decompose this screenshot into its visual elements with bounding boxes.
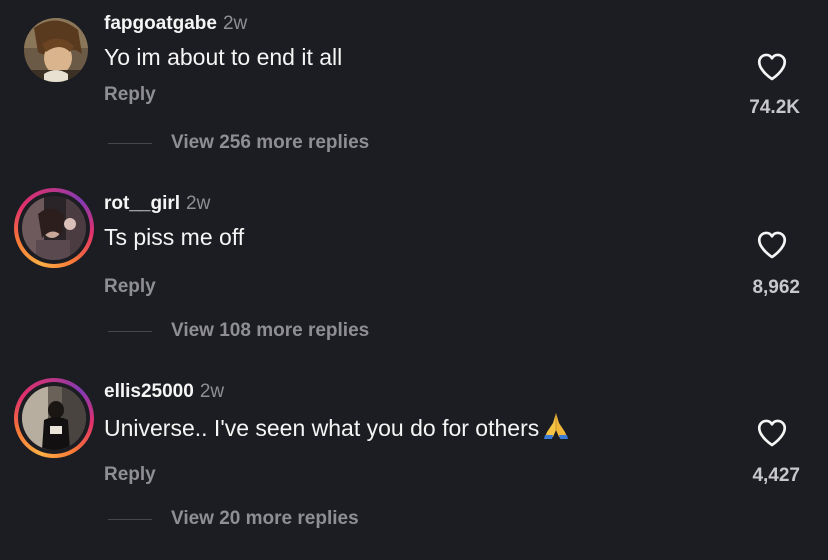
comment-text: Ts piss me off [104,224,245,250]
view-more-replies-button[interactable]: View 256 more replies [171,132,369,154]
view-more-replies-button[interactable]: View 20 more replies [171,508,359,530]
replies-divider [108,143,152,144]
folded-hands-emoji [541,410,571,447]
username[interactable]: fapgoatgabe [104,13,217,34]
comment-item: ellis25000 2w Universe.. I've seen what y… [0,378,828,560]
reply-button[interactable]: Reply [104,276,156,298]
comment-item: rot__girl 2w Ts piss me off Reply View 10… [0,188,828,372]
comment-time: 2w [186,193,211,214]
comment-header: ellis25000 2w [104,380,224,404]
username[interactable]: ellis25000 [104,381,194,402]
heart-outline-icon[interactable] [755,50,789,84]
replies-divider [108,331,152,332]
replies-divider [108,519,152,520]
comment-text: Universe.. I've seen what you do for oth… [104,410,571,447]
avatar[interactable] [14,8,94,88]
avatar [22,386,86,450]
avatar [22,196,86,260]
avatar-image [24,18,88,82]
comment-text-body: Universe.. I've seen what you do for oth… [104,415,540,441]
comment-text: Yo im about to end it all [104,44,343,70]
like-count: 4,427 [752,465,800,486]
avatar-story-ring[interactable] [14,378,94,458]
comment-header: fapgoatgabe 2w [104,12,247,36]
reply-button[interactable]: Reply [104,464,156,486]
username[interactable]: rot__girl [104,193,180,214]
comment-item: fapgoatgabe 2w Yo im about to end it all … [0,12,828,192]
comment-header: rot__girl 2w [104,192,210,216]
comment-time: 2w [222,13,248,34]
like-count: 8,962 [752,277,800,298]
avatar-story-ring[interactable] [14,188,94,268]
like-count: 74.2K [749,97,800,118]
reply-button[interactable]: Reply [104,84,156,106]
view-more-replies-button[interactable]: View 108 more replies [171,320,369,342]
comment-time: 2w [199,381,225,402]
heart-outline-icon[interactable] [755,416,789,450]
heart-outline-icon[interactable] [755,228,789,262]
